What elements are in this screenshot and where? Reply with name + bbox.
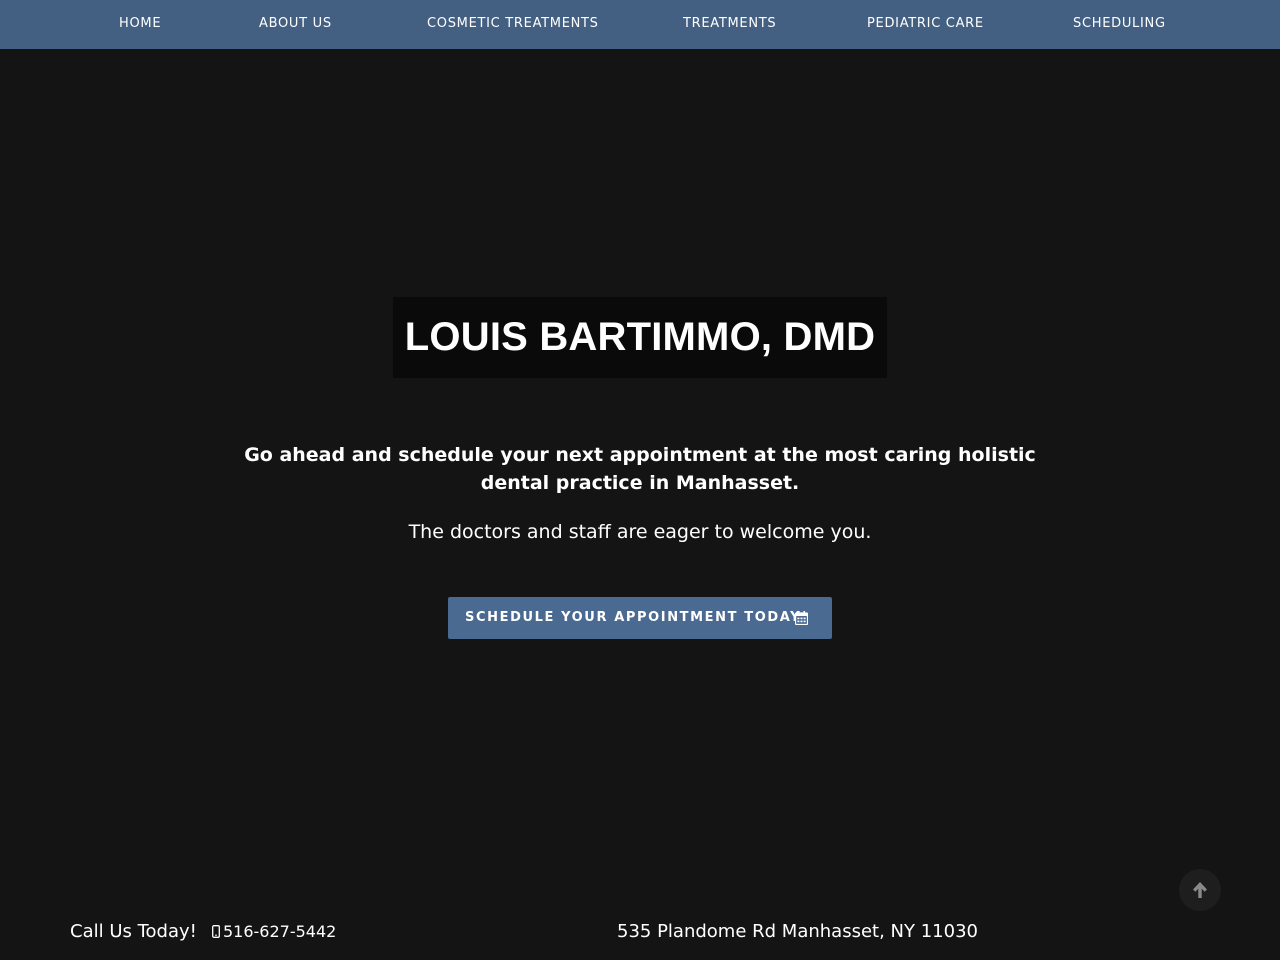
nav-item-home[interactable]: HOME [119, 0, 161, 47]
footer-address: 535 Plandome Rd Manhasset, NY 11030 [617, 921, 978, 942]
phone-number-link[interactable]: 516-627-5442 [223, 922, 336, 941]
scroll-to-top-button[interactable] [1179, 869, 1221, 911]
schedule-appointment-button[interactable]: SCHEDULE YOUR APPOINTMENT TODAY [448, 597, 832, 639]
hero-title-box: LOUIS BARTIMMO, DMD [393, 297, 887, 378]
nav-item-pediatric-care[interactable]: PEDIATRIC CARE [867, 0, 984, 47]
arrow-up-icon [1193, 882, 1207, 898]
hero-sub-text: The doctors and staff are eager to welco… [408, 521, 872, 543]
calendar-icon [795, 611, 808, 625]
hero-lead-text: Go ahead and schedule your next appointm… [244, 444, 1036, 494]
schedule-appointment-label: SCHEDULE YOUR APPOINTMENT TODAY [465, 610, 802, 625]
nav-item-cosmetic-treatments[interactable]: COSMETIC TREATMENTS [427, 0, 599, 47]
call-us-label: Call Us Today! [70, 921, 197, 942]
top-navigation: HOME ABOUT US COSMETIC TREATMENTS TREATM… [0, 0, 1280, 49]
page: HOME ABOUT US COSMETIC TREATMENTS TREATM… [0, 0, 1280, 960]
nav-item-scheduling[interactable]: SCHEDULING [1073, 0, 1166, 47]
hero-title: LOUIS BARTIMMO, DMD [404, 315, 876, 359]
nav-item-about-us[interactable]: ABOUT US [259, 0, 332, 47]
nav-item-treatments[interactable]: TREATMENTS [683, 0, 776, 47]
footer-call-us: Call Us Today! 516-627-5442 [70, 918, 336, 946]
mobile-phone-icon [212, 925, 220, 938]
